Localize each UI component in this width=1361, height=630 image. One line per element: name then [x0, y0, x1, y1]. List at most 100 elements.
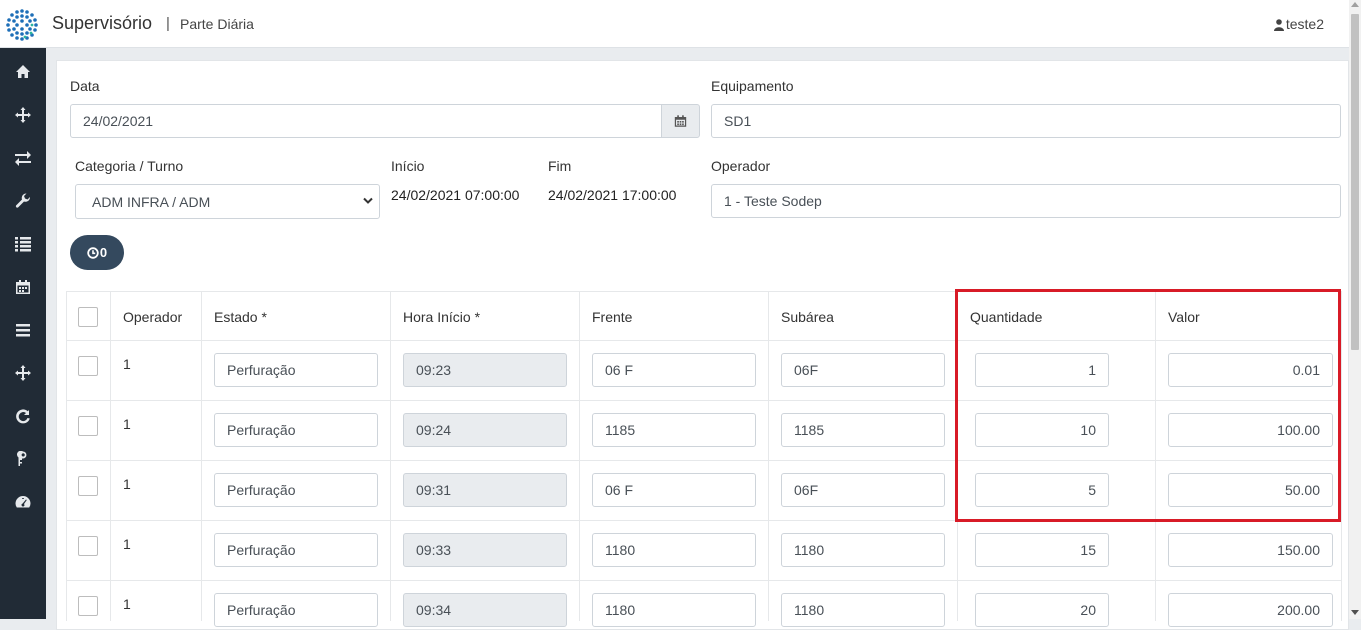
timer-count: 0	[99, 245, 108, 260]
table-border	[66, 340, 1342, 341]
estado-input[interactable]: Perfuração	[214, 593, 378, 627]
row-checkbox[interactable]	[78, 416, 98, 436]
operador-label: Operador	[711, 158, 771, 174]
frente-input[interactable]: 06 F	[592, 353, 756, 387]
inicio-value: 24/02/2021 07:00:00	[391, 187, 520, 203]
dashboard-icon	[15, 496, 31, 508]
quantidade-input[interactable]: 10	[975, 413, 1109, 447]
sidebar-item-calendar[interactable]	[0, 272, 46, 302]
sidebar-item-list[interactable]	[0, 229, 46, 259]
quantidade-input[interactable]: 5	[975, 473, 1109, 507]
estado-input[interactable]: Perfuração	[214, 533, 378, 567]
inicio-label: Início	[391, 158, 425, 174]
quantidade-input[interactable]: 1	[975, 353, 1109, 387]
table-border	[66, 460, 1342, 461]
calendar-button[interactable]	[661, 104, 700, 138]
scroll-down-icon[interactable]	[1351, 610, 1359, 615]
col-header-quantidade[interactable]: Quantidade	[970, 309, 1042, 325]
frente-input[interactable]: 1180	[592, 533, 756, 567]
frente-input[interactable]: 1185	[592, 413, 756, 447]
chevron-down-icon	[363, 197, 373, 204]
col-header-subarea[interactable]: Subárea	[781, 309, 834, 325]
sidebar-item-menu[interactable]	[0, 315, 46, 345]
valor-input[interactable]: 150.00	[1168, 533, 1333, 567]
fim-label: Fim	[548, 158, 572, 174]
user-icon	[1273, 19, 1284, 31]
hora-inicio-input: 09:24	[403, 413, 567, 447]
crosshair-icon	[15, 107, 31, 123]
valor-input[interactable]: 50.00	[1168, 473, 1333, 507]
col-header-operador[interactable]: Operador	[123, 309, 182, 325]
timer-button[interactable]: 0	[70, 235, 124, 270]
hora-inicio-input: 09:31	[403, 473, 567, 507]
col-header-frente[interactable]: Frente	[592, 309, 632, 325]
sidebar-item-wrench[interactable]	[0, 186, 46, 216]
table-border	[390, 291, 391, 621]
table-border	[110, 291, 111, 621]
scroll-thumb[interactable]	[1351, 14, 1359, 350]
table-border	[66, 291, 67, 621]
sidebar-item-crosshair-1[interactable]	[0, 100, 46, 130]
user-name: teste2	[1285, 16, 1324, 32]
estado-input[interactable]: Perfuração	[214, 473, 378, 507]
select-all-checkbox[interactable]	[78, 307, 98, 327]
cell-operador: 1	[123, 476, 131, 492]
estado-input[interactable]: Perfuração	[214, 413, 378, 447]
sidebar-item-home[interactable]	[0, 57, 46, 87]
subarea-input[interactable]: 1185	[781, 413, 945, 447]
valor-input[interactable]: 0.01	[1168, 353, 1333, 387]
data-input[interactable]: 24/02/2021	[70, 104, 662, 138]
sidebar-item-exchange[interactable]	[0, 143, 46, 173]
hora-inicio-input: 09:23	[403, 353, 567, 387]
table-border	[1155, 291, 1156, 621]
table-border	[1341, 291, 1342, 621]
sidebar-item-key[interactable]	[0, 444, 46, 474]
cell-operador: 1	[123, 596, 131, 612]
table-border	[579, 291, 580, 621]
subarea-input[interactable]: 1180	[781, 533, 945, 567]
logo-icon	[6, 9, 38, 41]
exchange-icon	[15, 151, 31, 166]
subarea-input[interactable]: 06F	[781, 353, 945, 387]
table-border	[66, 520, 1342, 521]
table-border	[768, 291, 769, 621]
operador-input[interactable]: 1 - Teste Sodep	[711, 184, 1341, 218]
data-label: Data	[70, 78, 100, 94]
menu-icon	[16, 324, 30, 337]
valor-input[interactable]: 200.00	[1168, 593, 1333, 627]
equipamento-label: Equipamento	[711, 78, 794, 94]
calendar-icon	[16, 280, 30, 294]
sidebar-item-crosshair-2[interactable]	[0, 358, 46, 388]
frente-input[interactable]: 06 F	[592, 473, 756, 507]
col-header-hora-inicio[interactable]: Hora Início *	[403, 309, 480, 325]
hora-inicio-input: 09:34	[403, 593, 567, 627]
scrollbar[interactable]	[1349, 0, 1361, 619]
cell-operador: 1	[123, 416, 131, 432]
row-checkbox[interactable]	[78, 536, 98, 556]
row-checkbox[interactable]	[78, 596, 98, 616]
quantidade-input[interactable]: 20	[975, 593, 1109, 627]
user-menu[interactable]: teste2	[1273, 16, 1324, 32]
col-header-valor[interactable]: Valor	[1168, 309, 1200, 325]
subarea-input[interactable]: 1180	[781, 593, 945, 627]
quantidade-input[interactable]: 15	[975, 533, 1109, 567]
hora-inicio-input: 09:33	[403, 533, 567, 567]
crosshair-icon	[15, 365, 31, 381]
col-header-estado[interactable]: Estado *	[214, 309, 267, 325]
row-checkbox[interactable]	[78, 356, 98, 376]
scroll-up-icon[interactable]	[1351, 2, 1359, 7]
equipamento-input[interactable]: SD1	[711, 104, 1341, 138]
row-checkbox[interactable]	[78, 476, 98, 496]
subarea-input[interactable]: 06F	[781, 473, 945, 507]
home-icon	[16, 65, 30, 78]
sidebar-item-refresh[interactable]	[0, 401, 46, 431]
estado-input[interactable]: Perfuração	[214, 353, 378, 387]
cell-operador: 1	[123, 536, 131, 552]
categoria-select[interactable]: ADM INFRA / ADM	[75, 184, 380, 219]
clock-icon	[87, 246, 99, 259]
calendar-icon	[674, 115, 687, 127]
frente-input[interactable]: 1180	[592, 593, 756, 627]
valor-input[interactable]: 100.00	[1168, 413, 1333, 447]
sidebar-item-dashboard[interactable]	[0, 487, 46, 517]
categoria-label: Categoria / Turno	[75, 158, 184, 174]
